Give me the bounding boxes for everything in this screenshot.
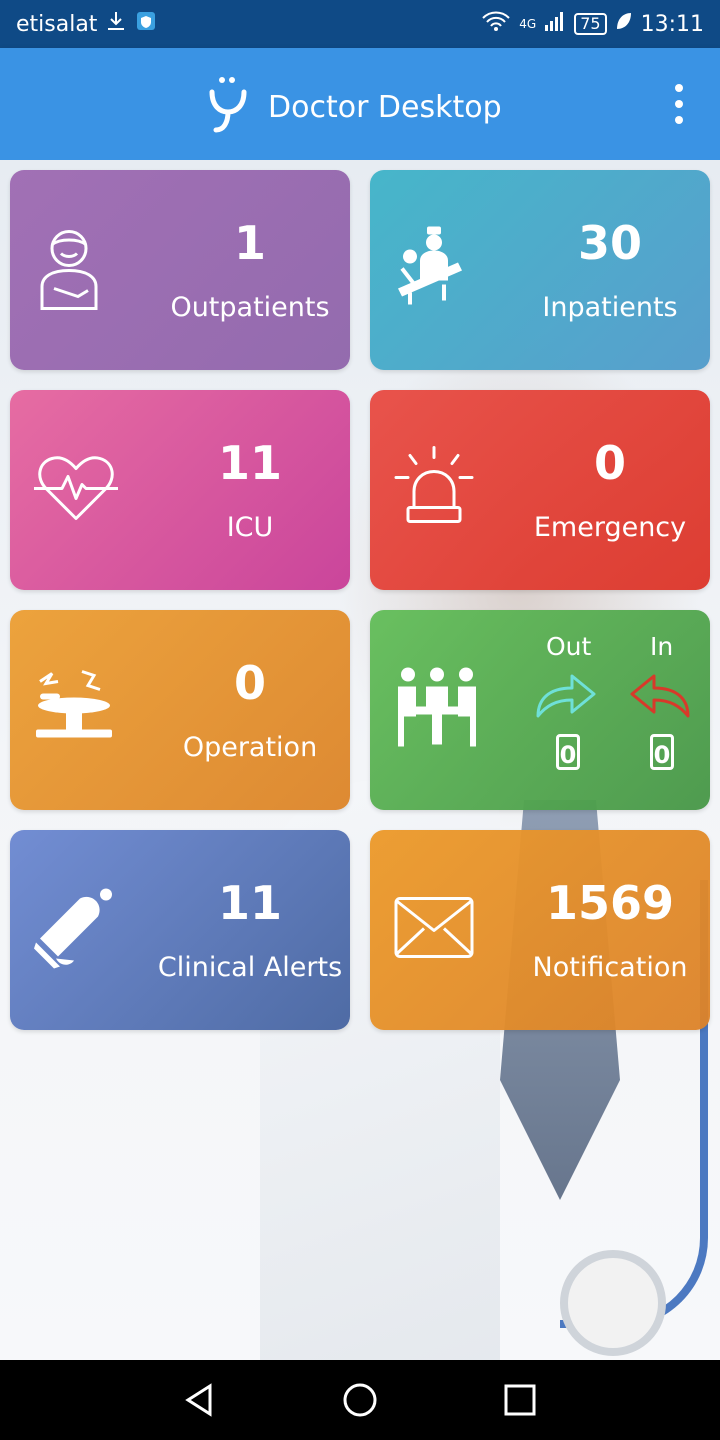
operating-table-icon <box>34 666 114 755</box>
leaf-icon <box>615 11 633 37</box>
wifi-icon <box>481 10 511 38</box>
system-nav-bar <box>0 1360 720 1440</box>
inpatient-icon <box>394 223 474 318</box>
status-left: etisalat <box>16 10 157 38</box>
inpatients-count: 30 <box>577 216 642 270</box>
notification-label: Notification <box>532 952 688 983</box>
inpatients-label: Inpatients <box>542 292 678 323</box>
overflow-menu-icon[interactable] <box>674 84 684 124</box>
home-icon[interactable] <box>340 1380 380 1420</box>
meetings-tile[interactable]: Out In 0 0 <box>370 610 710 810</box>
app-title: Doctor Desktop <box>268 90 502 125</box>
app-title-wrap: Doctor Desktop <box>206 74 502 141</box>
notification-tile[interactable]: 1569 Notification <box>370 830 710 1030</box>
arrow-out-icon <box>534 670 598 725</box>
clinical-alerts-label: Clinical Alerts <box>157 952 343 983</box>
inpatients-tile[interactable]: 30 Inpatients <box>370 170 710 370</box>
arrow-in-icon <box>628 670 692 725</box>
status-bar: etisalat 4G 75 13:11 <box>0 0 720 48</box>
download-icon <box>105 10 127 38</box>
siren-icon <box>394 446 474 535</box>
signal-icon <box>544 10 566 38</box>
meeting-in-count: 0 <box>650 734 674 770</box>
shield-icon <box>135 10 157 38</box>
stethoscope-logo-icon <box>206 74 250 141</box>
outpatients-count: 1 <box>233 216 266 270</box>
stethoscope-head-shape <box>560 1250 666 1356</box>
recents-icon[interactable] <box>500 1380 540 1420</box>
meeting-out-count: 0 <box>556 734 580 770</box>
carrier-name: etisalat <box>16 11 98 37</box>
clinical-alerts-tile[interactable]: 11 Clinical Alerts <box>10 830 350 1030</box>
clock-time: 13:11 <box>640 11 704 37</box>
heart-pulse-icon <box>34 453 118 528</box>
clinical-alerts-count: 11 <box>217 876 282 930</box>
emergency-tile[interactable]: 0 Emergency <box>370 390 710 590</box>
icu-label: ICU <box>226 512 274 543</box>
battery-level: 75 <box>574 13 607 35</box>
app-bar: Doctor Desktop <box>0 48 720 160</box>
bell-icon <box>34 885 118 976</box>
network-type: 4G <box>519 17 537 31</box>
meeting-icon <box>394 665 480 756</box>
operation-count: 0 <box>233 656 266 710</box>
outpatients-label: Outpatients <box>170 292 330 323</box>
meeting-in-label: In <box>650 632 674 661</box>
emergency-label: Emergency <box>533 512 687 543</box>
icu-tile[interactable]: 11 ICU <box>10 390 350 590</box>
operation-label: Operation <box>182 732 318 763</box>
meeting-out-label: Out <box>546 632 592 661</box>
icu-count: 11 <box>217 436 282 490</box>
status-right: 4G 75 13:11 <box>481 10 704 38</box>
outpatient-icon <box>34 223 104 318</box>
notification-count: 1569 <box>545 876 675 930</box>
operation-tile[interactable]: 0 Operation <box>10 610 350 810</box>
outpatients-tile[interactable]: 1 Outpatients <box>10 170 350 370</box>
envelope-icon <box>394 897 474 964</box>
emergency-count: 0 <box>593 436 626 490</box>
back-icon[interactable] <box>180 1380 220 1420</box>
